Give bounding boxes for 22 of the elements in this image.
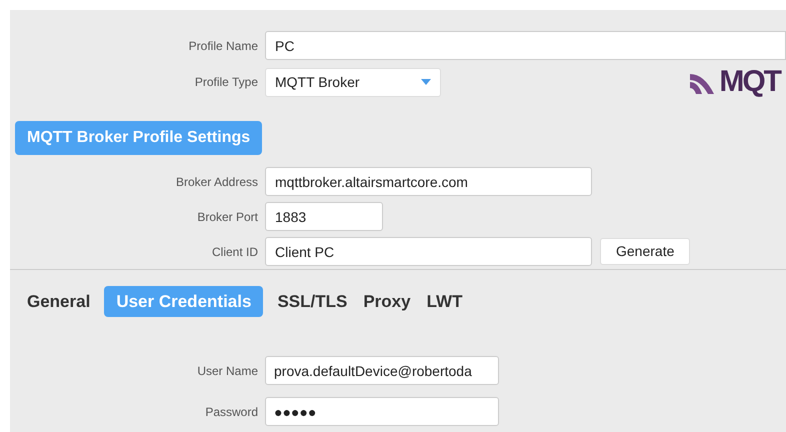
tab[interactable]: LWT [424,286,464,317]
field-label: Profile Name [188,38,259,54]
tab[interactable]: General [25,286,92,317]
profile-name-field[interactable]: PC [265,31,786,60]
text-field[interactable]: mqttbroker.altairsmartcore.com [265,167,592,196]
dropdown-arrow-icon [421,79,431,85]
user-name-field[interactable]: prova.defaultDevice@robertoda [265,356,499,385]
profile-type-select[interactable]: MQTT Broker [265,68,441,96]
tab[interactable]: SSL/TLS [275,286,350,317]
section-header: MQTT Broker Profile Settings [15,121,262,155]
tab[interactable]: Proxy [361,286,413,317]
mqtt-logo: MQT [690,67,786,97]
password-field[interactable]: ●●●●● [265,397,499,426]
text-field[interactable]: Client PC [265,237,592,266]
field-label: Broker Port [196,208,259,226]
generate-button[interactable]: Generate [600,238,690,265]
text-field[interactable]: 1883 [265,202,383,231]
field-label: User Name [196,362,259,380]
field-label: Broker Address [174,174,259,190]
field-label: Client ID [210,244,259,260]
field-label: Profile Type [194,74,259,91]
field-label: Password [204,404,259,420]
